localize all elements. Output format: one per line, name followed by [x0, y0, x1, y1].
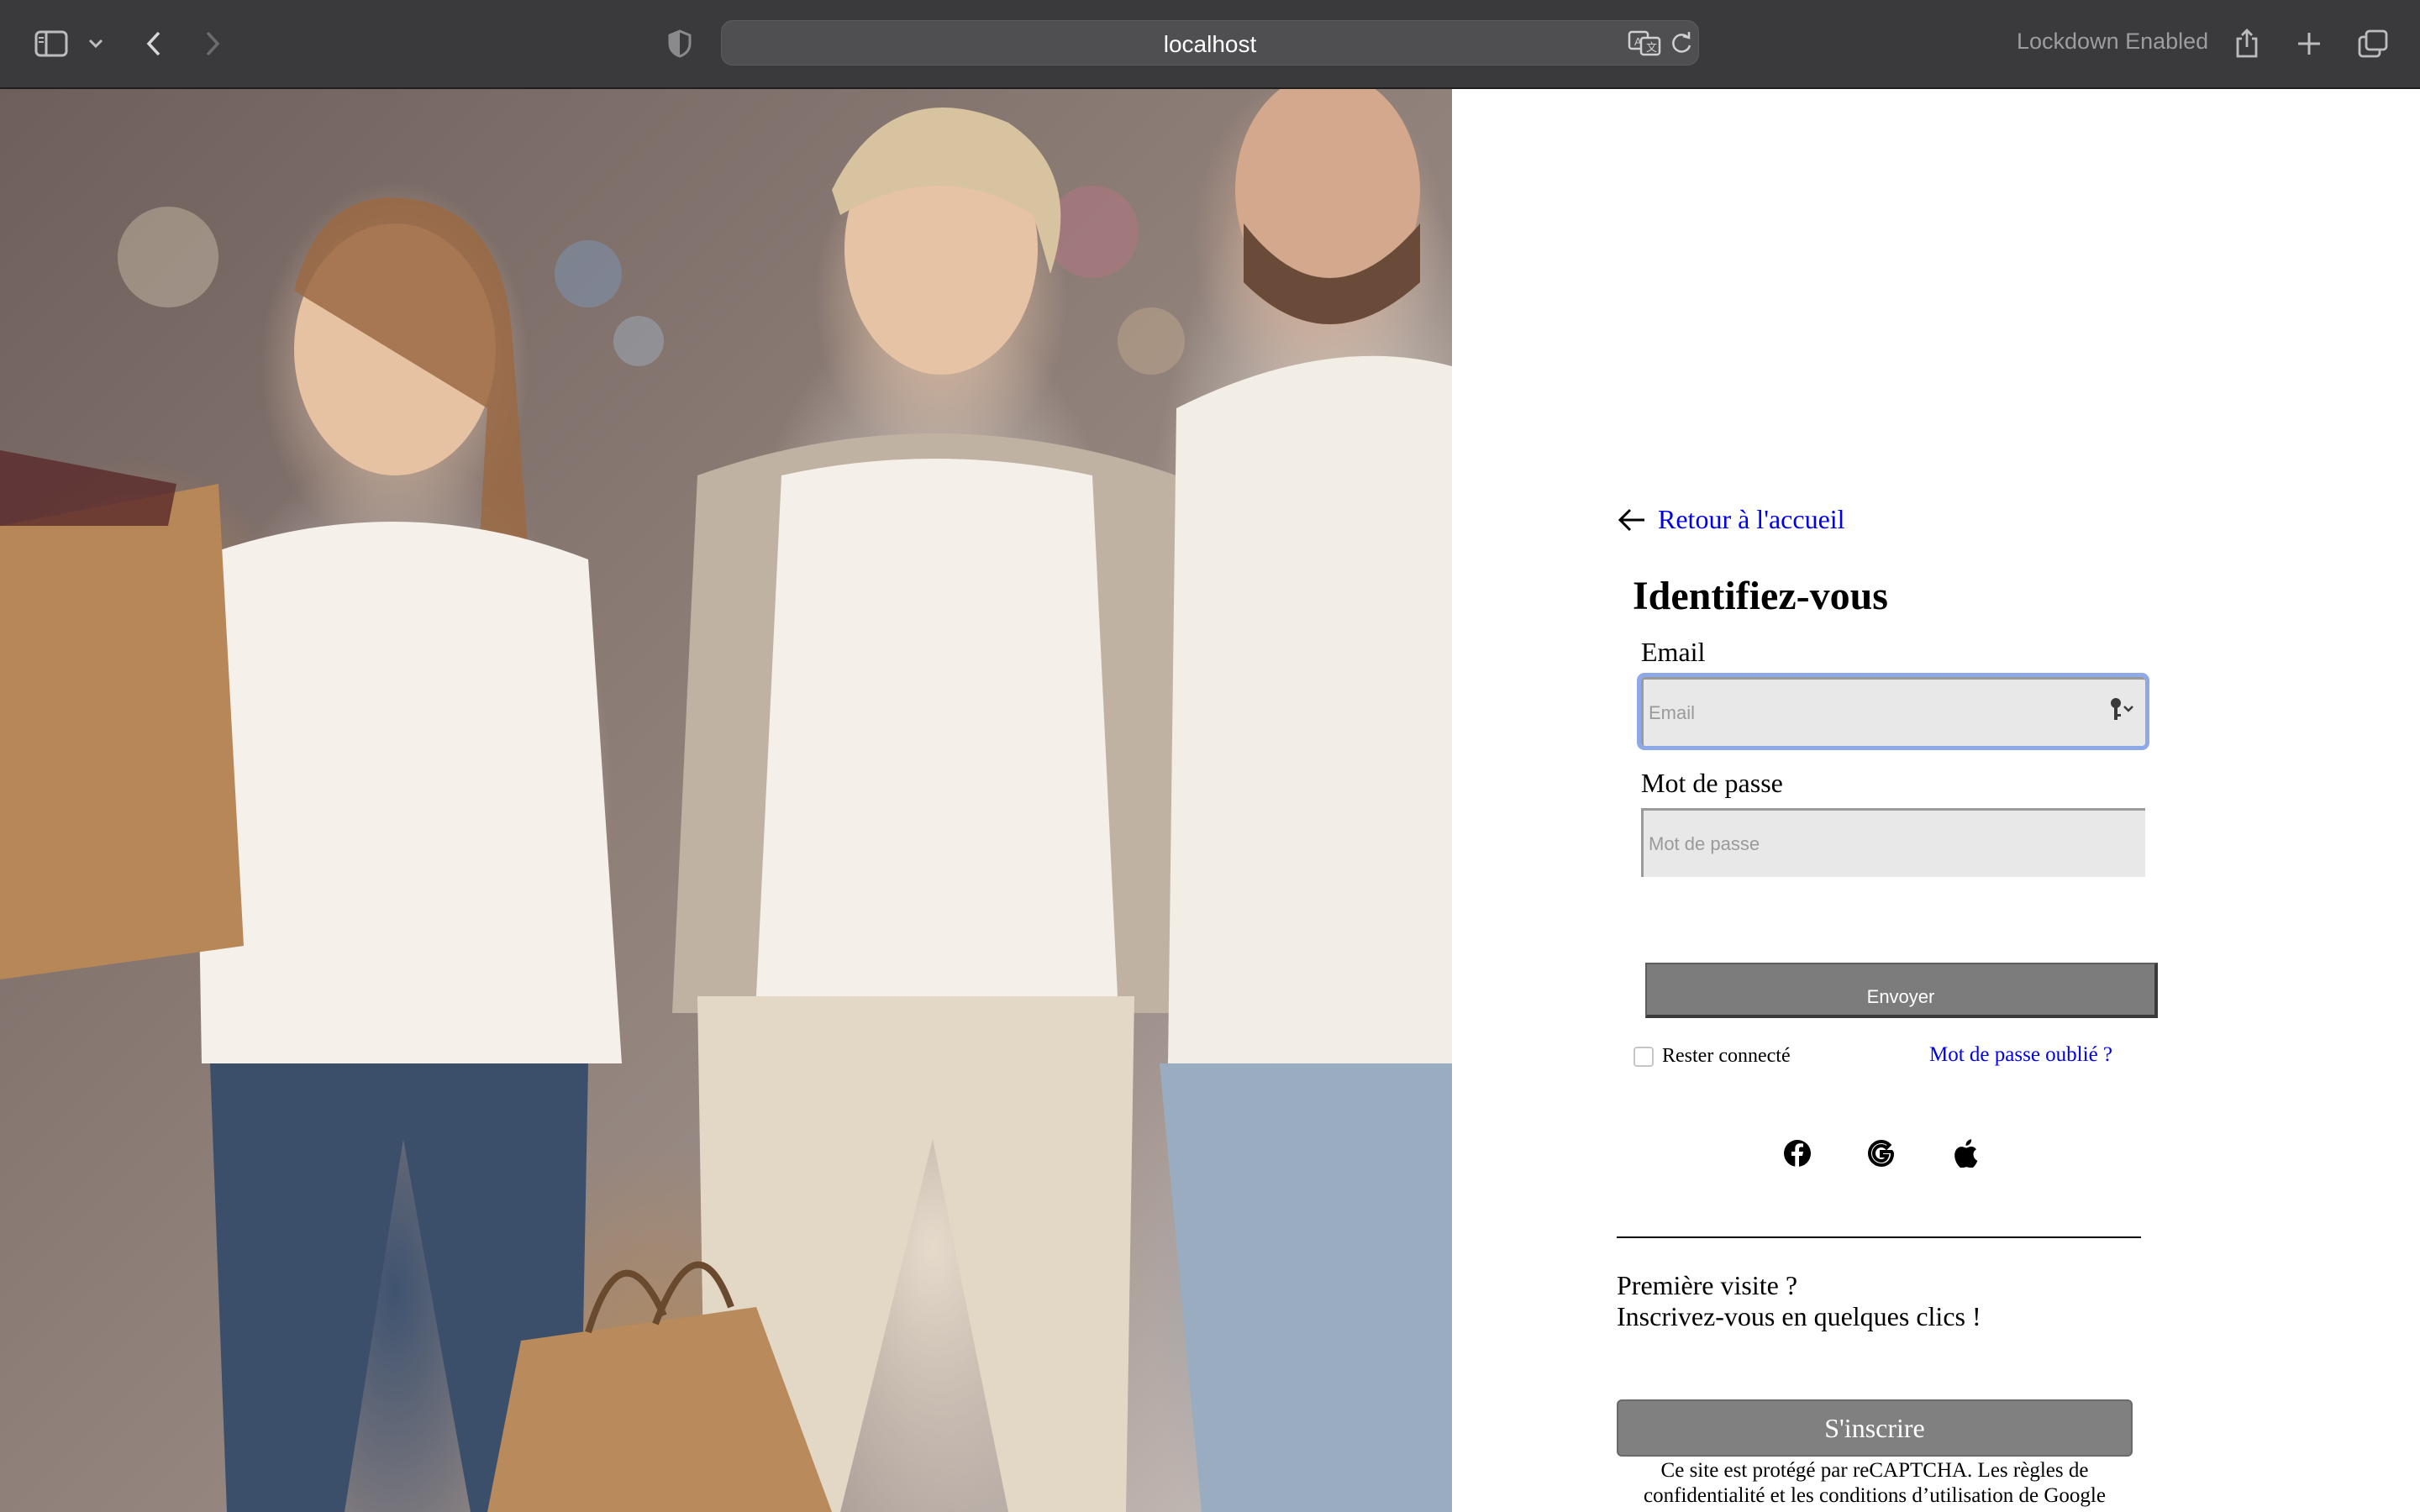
address-bar[interactable]: localhost A文	[721, 20, 1699, 66]
google-icon[interactable]	[1865, 1137, 1897, 1169]
page-title: Identifiez-vous	[1633, 574, 1888, 618]
forgot-password-link[interactable]: Mot de passe oublié ?	[1929, 1043, 2112, 1067]
chevron-down-icon[interactable]	[84, 22, 108, 66]
privacy-shield-icon[interactable]	[666, 22, 694, 66]
remember-label: Rester connecté	[1662, 1045, 1791, 1067]
signup-button[interactable]: S'inscrire	[1617, 1399, 2133, 1457]
forward-icon[interactable]	[198, 22, 227, 66]
hero-image	[0, 89, 1452, 1512]
remember-me[interactable]: Rester connecté	[1634, 1045, 1791, 1068]
submit-button[interactable]: Envoyer	[1645, 963, 2158, 1018]
svg-text:A: A	[1634, 35, 1642, 48]
login-panel	[1452, 89, 2420, 1512]
tab-overview-icon[interactable]	[2356, 22, 2390, 66]
svg-text:文: 文	[1646, 41, 1657, 54]
arrow-left-icon	[1618, 508, 1644, 531]
recaptcha-notice: Ce site est protégé par reCAPTCHA. Les r…	[1644, 1459, 2106, 1507]
password-manager-key-icon[interactable]	[2107, 696, 2136, 724]
password-label: Mot de passe	[1641, 768, 1783, 798]
apple-icon[interactable]	[1949, 1137, 1981, 1169]
email-field[interactable]	[1637, 673, 2149, 750]
password-field[interactable]	[1641, 808, 2145, 877]
translate-icon[interactable]: A文	[1628, 29, 1663, 60]
reload-icon[interactable]	[1670, 31, 1693, 60]
facebook-icon[interactable]	[1781, 1137, 1813, 1169]
sidebar-icon[interactable]	[32, 22, 71, 66]
remember-checkbox[interactable]	[1634, 1046, 1654, 1067]
new-tab-icon[interactable]	[2294, 22, 2324, 66]
url-text: localhost	[1163, 31, 1257, 57]
email-label: Email	[1641, 637, 1706, 667]
share-icon[interactable]	[2232, 22, 2262, 66]
signup-prompt-text: Inscrivez-vous en quelques clics !	[1617, 1301, 1981, 1331]
back-home-label: Retour à l'accueil	[1658, 504, 1845, 534]
first-visit-text: Première visite ?	[1617, 1270, 1798, 1300]
divider	[1617, 1236, 2141, 1238]
lockdown-status: Lockdown Enabled	[2017, 29, 2209, 54]
back-icon[interactable]	[139, 22, 168, 66]
back-home-link[interactable]: Retour à l'accueil	[1618, 504, 1845, 535]
browser-toolbar: localhost A文 Lockdown Enabled	[0, 0, 2420, 89]
